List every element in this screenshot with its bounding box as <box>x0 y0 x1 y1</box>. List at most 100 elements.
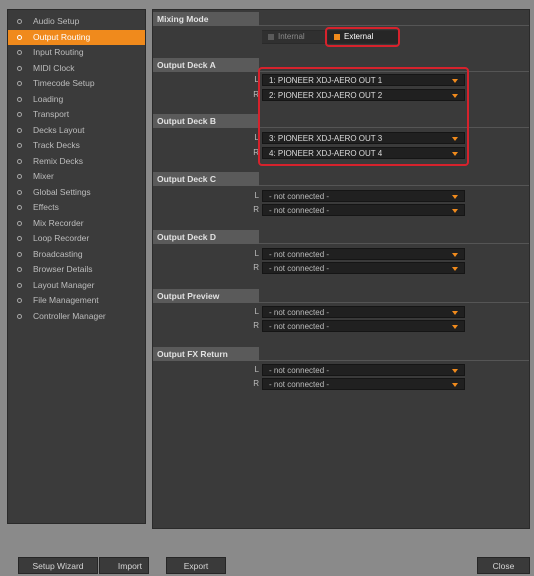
sidebar-item-track-decks[interactable]: Track Decks <box>8 138 145 154</box>
deck-b-right-select[interactable]: 4: PIONEER XDJ-AERO OUT 4 <box>262 147 465 159</box>
deck-c-right-select[interactable]: - not connected - <box>262 204 465 216</box>
preferences-window: Audio Setup Output Routing Input Routing… <box>0 0 534 576</box>
internal-label: Internal <box>278 32 305 41</box>
select-value: - not connected - <box>269 308 330 317</box>
dropdown-arrow-icon <box>452 253 458 257</box>
sidebar-item-label: Output Routing <box>33 31 91 42</box>
fx-return-left-select[interactable]: - not connected - <box>262 364 465 376</box>
right-channel-label: R <box>253 148 259 157</box>
deck-c-left-select[interactable]: - not connected - <box>262 190 465 202</box>
right-channel-label: R <box>253 90 259 99</box>
sidebar-item-label: Transport <box>33 109 70 119</box>
output-deck-a-label: Output Deck A <box>153 58 259 72</box>
sidebar-item-label: Controller Manager <box>33 310 106 321</box>
sidebar-item-label: Decks Layout <box>33 124 85 135</box>
mixing-mode-external-button[interactable]: External <box>328 31 398 43</box>
sidebar-item-label: Broadcasting <box>33 248 83 259</box>
bullet-icon <box>17 96 22 102</box>
dropdown-arrow-icon <box>452 195 458 199</box>
section-divider <box>259 127 529 128</box>
sidebar-item-transport[interactable]: Transport <box>8 107 145 123</box>
deck-a-left-select[interactable]: 1: PIONEER XDJ-AERO OUT 1 <box>262 74 465 86</box>
dropdown-arrow-icon <box>452 94 458 98</box>
section-divider <box>259 71 529 72</box>
sidebar-item-label: Effects <box>33 202 59 212</box>
select-value: - not connected - <box>269 250 330 259</box>
bullet-icon <box>17 112 22 117</box>
sidebar-item-mix-recorder[interactable]: Mix Recorder <box>8 216 145 232</box>
sidebar-item-loading[interactable]: Loading <box>8 92 145 108</box>
preview-right-select[interactable]: - not connected - <box>262 320 465 332</box>
mixing-mode-label: Mixing Mode <box>153 12 259 26</box>
sidebar-item-mixer[interactable]: Mixer <box>8 169 145 185</box>
fx-return-right-select[interactable]: - not connected - <box>262 378 465 390</box>
sidebar-item-decks-layout[interactable]: Decks Layout <box>8 123 145 139</box>
sidebar-item-layout-manager[interactable]: Layout Manager <box>8 278 145 294</box>
bullet-icon <box>17 174 22 179</box>
dropdown-arrow-icon <box>452 152 458 156</box>
bullet-icon <box>17 267 22 272</box>
sidebar-item-loop-recorder[interactable]: Loop Recorder <box>8 231 145 247</box>
sidebar-item-effects[interactable]: Effects <box>8 200 145 216</box>
setup-wizard-button[interactable]: Setup Wizard <box>18 557 98 574</box>
bullet-icon <box>17 143 22 148</box>
section-divider <box>259 302 529 303</box>
bullet-icon <box>17 220 22 226</box>
sidebar-item-audio-setup[interactable]: Audio Setup <box>8 14 145 30</box>
sidebar-item-output-routing[interactable]: Output Routing <box>8 29 145 45</box>
close-button[interactable]: Close <box>477 557 530 574</box>
bullet-icon <box>17 65 22 71</box>
sidebar-item-label: MIDI Clock <box>33 62 75 73</box>
sidebar-item-label: Mix Recorder <box>33 217 84 228</box>
left-channel-label: L <box>254 191 259 200</box>
select-value: - not connected - <box>269 192 330 201</box>
sidebar-item-global-settings[interactable]: Global Settings <box>8 185 145 201</box>
preview-left-select[interactable]: - not connected - <box>262 306 465 318</box>
dropdown-arrow-icon <box>452 209 458 213</box>
dropdown-arrow-icon <box>452 137 458 141</box>
mixing-mode-toggle: Internal External <box>262 30 398 44</box>
deck-a-right-select[interactable]: 2: PIONEER XDJ-AERO OUT 2 <box>262 89 465 101</box>
output-deck-d-label: Output Deck D <box>153 230 259 244</box>
sidebar-item-midi-clock[interactable]: MIDI Clock <box>8 61 145 77</box>
sidebar-item-file-management[interactable]: File Management <box>8 293 145 309</box>
bullet-icon <box>17 158 22 164</box>
output-fx-return-label: Output FX Return <box>153 347 259 361</box>
section-divider <box>259 360 529 361</box>
sidebar-item-broadcasting[interactable]: Broadcasting <box>8 247 145 263</box>
sidebar-item-input-routing[interactable]: Input Routing <box>8 45 145 61</box>
deck-b-left-select[interactable]: 3: PIONEER XDJ-AERO OUT 3 <box>262 132 465 144</box>
import-button[interactable]: Import <box>99 557 149 574</box>
bullet-icon <box>17 282 22 288</box>
mixing-mode-internal-button[interactable]: Internal <box>262 31 326 43</box>
right-channel-label: R <box>253 321 259 330</box>
bullet-icon <box>17 189 22 195</box>
select-value: 2: PIONEER XDJ-AERO OUT 2 <box>269 91 383 100</box>
left-channel-label: L <box>254 249 259 258</box>
sidebar-item-timecode-setup[interactable]: Timecode Setup <box>8 76 145 92</box>
deck-d-right-select[interactable]: - not connected - <box>262 262 465 274</box>
sidebar-item-label: Remix Decks <box>33 155 84 166</box>
select-value: - not connected - <box>269 366 330 375</box>
select-value: - not connected - <box>269 264 330 273</box>
dropdown-arrow-icon <box>452 79 458 83</box>
dropdown-arrow-icon <box>452 325 458 329</box>
sidebar-item-label: Timecode Setup <box>33 78 95 88</box>
dropdown-arrow-icon <box>452 267 458 271</box>
preferences-sidebar: Audio Setup Output Routing Input Routing… <box>7 9 146 524</box>
sidebar-item-browser-details[interactable]: Browser Details <box>8 262 145 278</box>
export-button[interactable]: Export <box>166 557 226 574</box>
left-channel-label: L <box>254 307 259 316</box>
dropdown-arrow-icon <box>452 383 458 387</box>
bullet-icon <box>17 298 22 303</box>
select-value: - not connected - <box>269 206 330 215</box>
sidebar-item-label: Mixer <box>33 171 54 181</box>
left-channel-label: L <box>254 75 259 84</box>
deck-d-left-select[interactable]: - not connected - <box>262 248 465 260</box>
right-channel-label: R <box>253 205 259 214</box>
dropdown-arrow-icon <box>452 369 458 373</box>
sidebar-item-label: Browser Details <box>33 264 93 274</box>
sidebar-item-controller-manager[interactable]: Controller Manager <box>8 309 145 325</box>
external-label: External <box>344 32 374 41</box>
sidebar-item-remix-decks[interactable]: Remix Decks <box>8 154 145 170</box>
